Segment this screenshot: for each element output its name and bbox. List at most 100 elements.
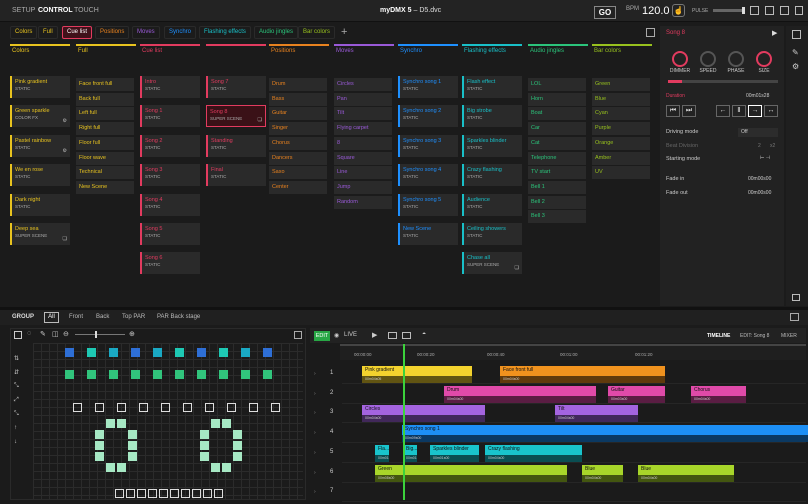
- fixture-top-par[interactable]: [263, 348, 272, 357]
- scene-card[interactable]: Synchro song 1 STATIC: [398, 76, 458, 98]
- fixture-matrix-led[interactable]: [106, 463, 115, 472]
- fixture-front-par[interactable]: [175, 370, 184, 379]
- expand-track-icon[interactable]: ›: [314, 430, 316, 436]
- fixture-floor-led[interactable]: [126, 489, 135, 498]
- bounce-icon[interactable]: ↔: [764, 105, 778, 117]
- scene-button[interactable]: Tilt: [334, 107, 392, 121]
- timeline-clip[interactable]: Circles 00m04s00: [362, 405, 485, 423]
- fixture-floor-led[interactable]: [159, 489, 168, 498]
- fixture-front-par[interactable]: [109, 370, 118, 379]
- fixture-matrix-led[interactable]: [200, 430, 209, 439]
- scene-button[interactable]: Random: [334, 195, 392, 209]
- scene-card[interactable]: Final STATIC: [206, 164, 266, 187]
- pulse-slider[interactable]: [713, 7, 745, 14]
- fixture-back-par[interactable]: [205, 403, 214, 412]
- audio-icon[interactable]: ◓: [422, 331, 426, 338]
- category-tab-bar-colors[interactable]: Bar colors: [298, 26, 336, 39]
- fixture-front-par[interactable]: [87, 370, 96, 379]
- fixture-matrix-led[interactable]: [211, 419, 220, 428]
- group-tab-all[interactable]: All: [44, 312, 59, 323]
- down-icon[interactable]: ↓: [14, 439, 17, 445]
- edit-icon[interactable]: ✎: [792, 48, 799, 57]
- fixture-top-par[interactable]: [241, 348, 250, 357]
- grid-view-icon[interactable]: [765, 6, 774, 15]
- scene-button[interactable]: Circles: [334, 78, 392, 91]
- track-header[interactable]: › 1: [314, 365, 344, 385]
- fixture-top-par[interactable]: [153, 348, 162, 357]
- scene-card[interactable]: Pink gradient STATIC: [10, 76, 70, 98]
- layers-icon[interactable]: ❏: [515, 265, 519, 271]
- scene-button[interactable]: Line: [334, 166, 392, 180]
- fixture-top-par[interactable]: [219, 348, 228, 357]
- starting-mode-icon[interactable]: ⊢ ⊣: [760, 155, 770, 161]
- beat-division-value[interactable]: 2: [758, 143, 761, 149]
- category-tab-moves[interactable]: Moves: [132, 26, 160, 39]
- track-header[interactable]: › 7: [314, 483, 344, 503]
- timeline-clip[interactable]: Pink gradient 00m04s05: [362, 366, 472, 383]
- scene-card[interactable]: Pastel rainbow STATIC ⚙: [10, 134, 70, 157]
- scene-card[interactable]: Chase all SUPER SCENE ❏: [462, 252, 522, 275]
- fixture-matrix-led[interactable]: [117, 463, 126, 472]
- panel-toggle-icon[interactable]: [294, 331, 302, 339]
- fixture-matrix-led[interactable]: [233, 452, 242, 461]
- diagonal-icon[interactable]: ⤡: [14, 383, 19, 390]
- timeline-clip[interactable]: Chorus 00m04s00: [691, 385, 746, 403]
- fixture-back-par[interactable]: [183, 403, 192, 412]
- brush-icon[interactable]: ✎: [40, 330, 46, 338]
- scene-button[interactable]: 8: [334, 136, 392, 150]
- distribute-icon[interactable]: ⇵: [14, 369, 19, 376]
- speed-knob[interactable]: [700, 51, 716, 67]
- fixture-matrix-led[interactable]: [128, 452, 137, 461]
- scene-card[interactable]: Song 5 STATIC: [140, 223, 200, 245]
- gear-icon[interactable]: ⚙: [792, 62, 799, 71]
- tab-control[interactable]: CONTROL: [38, 7, 73, 14]
- fixture-front-par[interactable]: [197, 370, 206, 379]
- timeline-clip[interactable]: Drum 00m04s00: [444, 385, 596, 403]
- scene-button[interactable]: Flying carpet: [334, 122, 392, 136]
- tab-mixer[interactable]: MIXER: [781, 333, 797, 339]
- scene-card[interactable]: Song 2 STATIC: [140, 134, 200, 157]
- scene-button[interactable]: Left full: [76, 107, 134, 121]
- scene-card[interactable]: Song 6 STATIC: [140, 252, 200, 275]
- select-icon[interactable]: [14, 331, 22, 339]
- fixture-front-par[interactable]: [263, 370, 272, 379]
- scene-button[interactable]: Cyan: [592, 107, 650, 121]
- scene-button[interactable]: LOL: [528, 78, 586, 91]
- category-tab-flashing-effects[interactable]: Flashing effects: [199, 26, 251, 39]
- scene-card[interactable]: Song 8 SUPER SCENE ❏: [206, 105, 266, 128]
- scene-button[interactable]: Floor full: [76, 136, 134, 150]
- gear-icon[interactable]: ⚙: [63, 148, 67, 154]
- play-icon[interactable]: ▶: [372, 331, 377, 339]
- list-view-icon[interactable]: [750, 6, 759, 15]
- group-tab-top-par[interactable]: Top PAR: [122, 314, 145, 320]
- size-knob[interactable]: [756, 51, 772, 67]
- scene-button[interactable]: Guitar: [269, 107, 327, 121]
- timeline-clip[interactable]: Blue 00m04s00: [638, 464, 734, 482]
- fixture-floor-led[interactable]: [192, 489, 201, 498]
- scene-button[interactable]: Telephone: [528, 151, 586, 165]
- fixture-front-par[interactable]: [65, 370, 74, 379]
- scene-card[interactable]: Crazy flashing STATIC: [462, 164, 522, 187]
- category-tab-positions[interactable]: Positions: [95, 26, 130, 39]
- gear-icon[interactable]: ⚙: [63, 118, 67, 124]
- scene-button[interactable]: UV: [592, 166, 650, 180]
- expand-track-icon[interactable]: ›: [314, 470, 316, 476]
- timeline-clip[interactable]: Blue 00m04s00: [582, 464, 623, 482]
- fixture-matrix-led[interactable]: [222, 419, 231, 428]
- scene-button[interactable]: Back full: [76, 92, 134, 106]
- scene-card[interactable]: Sparkles blinder STATIC: [462, 134, 522, 157]
- scene-button[interactable]: Orange: [592, 136, 650, 150]
- scene-card[interactable]: Audience STATIC: [462, 193, 522, 216]
- scene-card[interactable]: Song 3 STATIC: [140, 164, 200, 187]
- timeline-clip[interactable]: Face front full 00m04s00: [500, 366, 665, 383]
- scene-button[interactable]: Saxo: [269, 166, 327, 180]
- fixture-floor-led[interactable]: [137, 489, 146, 498]
- next-icon[interactable]: ⏭: [682, 105, 696, 117]
- fixture-top-par[interactable]: [109, 348, 118, 357]
- track-header[interactable]: › 4: [314, 424, 344, 444]
- add-category-icon[interactable]: +: [341, 26, 347, 38]
- scene-button[interactable]: Face front full: [76, 78, 134, 91]
- fixture-front-par[interactable]: [241, 370, 250, 379]
- fixture-matrix-led[interactable]: [95, 430, 104, 439]
- phase-knob[interactable]: [728, 51, 744, 67]
